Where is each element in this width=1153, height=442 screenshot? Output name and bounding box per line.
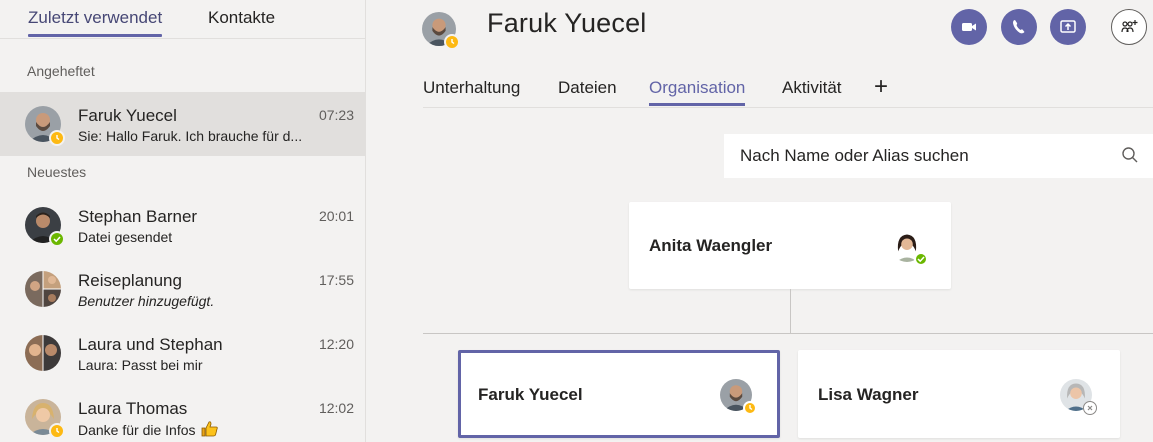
chat-list-tabs: Zuletzt verwendet Kontakte	[0, 0, 366, 39]
add-people-icon	[1121, 20, 1138, 33]
tab-aktivitaet[interactable]: Aktivität	[782, 78, 842, 98]
org-card-name: Faruk Yuecel	[478, 385, 583, 404]
search-icon[interactable]	[1121, 146, 1139, 164]
chat-preview: Benutzer hinzugefügt.	[78, 293, 215, 309]
chat-item-laura-thomas[interactable]: Laura Thomas 12:02 Danke für die Infos	[0, 385, 366, 442]
chat-name: Faruk Yuecel	[78, 106, 177, 125]
chat-time: 12:02	[318, 400, 354, 416]
org-card-name: Lisa Wagner	[818, 385, 919, 404]
chat-name: Reiseplanung	[78, 271, 182, 290]
org-card-name: Anita Waengler	[649, 236, 773, 255]
woman-avatar	[25, 399, 65, 439]
share-screen-button[interactable]	[1050, 9, 1086, 45]
audio-call-icon	[1013, 20, 1025, 34]
away-status-icon	[743, 401, 757, 415]
tab-organisation[interactable]: Organisation	[649, 78, 746, 106]
chat-time: 17:55	[318, 272, 354, 288]
away-status-icon	[49, 130, 65, 146]
org-level-line	[423, 333, 1153, 334]
chat-name: Stephan Barner	[78, 207, 198, 226]
chat-list-panel: Zuletzt verwendet Kontakte Angeheftet Fa…	[0, 0, 366, 442]
man-avatar	[25, 207, 65, 247]
share-screen-icon	[1060, 20, 1076, 33]
chat-item-stephan-barner[interactable]: Stephan Barner 20:01 Datei gesendet	[0, 193, 366, 257]
offline-status-icon	[1083, 401, 1097, 415]
chat-preview: Laura: Passt bei mir	[78, 357, 203, 373]
search-placeholder: Nach Name oder Alias suchen	[740, 146, 969, 165]
pair-avatar	[25, 335, 61, 371]
woman-avatar	[891, 230, 928, 266]
org-connector-line	[790, 289, 791, 333]
video-call-icon	[962, 23, 976, 31]
gray-haired-woman-avatar	[1060, 379, 1097, 415]
bearded-man-avatar	[720, 379, 757, 415]
recent-section-label: Neuestes	[27, 164, 87, 180]
org-search-input[interactable]: Nach Name oder Alias suchen	[724, 134, 1153, 178]
away-status-icon	[444, 34, 460, 50]
chat-time: 12:20	[318, 336, 354, 352]
tab-dateien[interactable]: Dateien	[558, 78, 617, 98]
chat-preview: Danke für die Infos	[78, 421, 358, 438]
org-card-faruk-yuecel[interactable]: Faruk Yuecel	[458, 350, 780, 438]
bearded-man-avatar	[25, 106, 65, 146]
thumbs-up-icon	[202, 421, 219, 437]
main-panel: Faruk Yuecel Unterhaltung Dateien Organi…	[367, 0, 1153, 442]
chat-item-laura-und-stephan[interactable]: Laura und Stephan 12:20 Laura: Passt bei…	[0, 321, 366, 385]
chat-item-reiseplanung[interactable]: Reiseplanung 17:55 Benutzer hinzugefügt.	[0, 257, 366, 321]
tab-contacts[interactable]: Kontakte	[208, 8, 275, 28]
org-card-anita-waengler[interactable]: Anita Waengler	[629, 202, 951, 289]
group-avatar	[25, 271, 61, 307]
audio-call-button[interactable]	[1001, 9, 1037, 45]
add-tab-icon[interactable]: +	[874, 73, 888, 101]
chat-time: 20:01	[318, 208, 354, 224]
video-call-button[interactable]	[951, 9, 987, 45]
chat-preview: Sie: Hallo Faruk. Ich brauche für d...	[78, 128, 303, 144]
available-status-icon	[49, 231, 65, 247]
chat-name: Laura Thomas	[78, 399, 188, 418]
chat-time: 07:23	[318, 107, 354, 123]
chat-item-faruk-yuecel[interactable]: Faruk Yuecel 07:23 Sie: Hallo Faruk. Ich…	[0, 92, 366, 156]
header-avatar[interactable]	[422, 12, 460, 50]
page-title: Faruk Yuecel	[487, 8, 647, 38]
chat-preview: Datei gesendet	[78, 229, 173, 245]
org-card-lisa-wagner[interactable]: Lisa Wagner	[798, 350, 1120, 438]
add-people-button[interactable]	[1111, 9, 1147, 45]
tab-recent[interactable]: Zuletzt verwendet	[28, 8, 163, 37]
chat-preview-text: Danke für die Infos	[78, 422, 196, 438]
tab-divider	[423, 107, 1153, 108]
available-status-icon	[914, 252, 928, 266]
chat-name: Laura und Stephan	[78, 335, 223, 354]
pinned-section-label: Angeheftet	[27, 63, 95, 79]
away-status-icon	[49, 423, 65, 439]
tab-unterhaltung[interactable]: Unterhaltung	[423, 78, 520, 98]
